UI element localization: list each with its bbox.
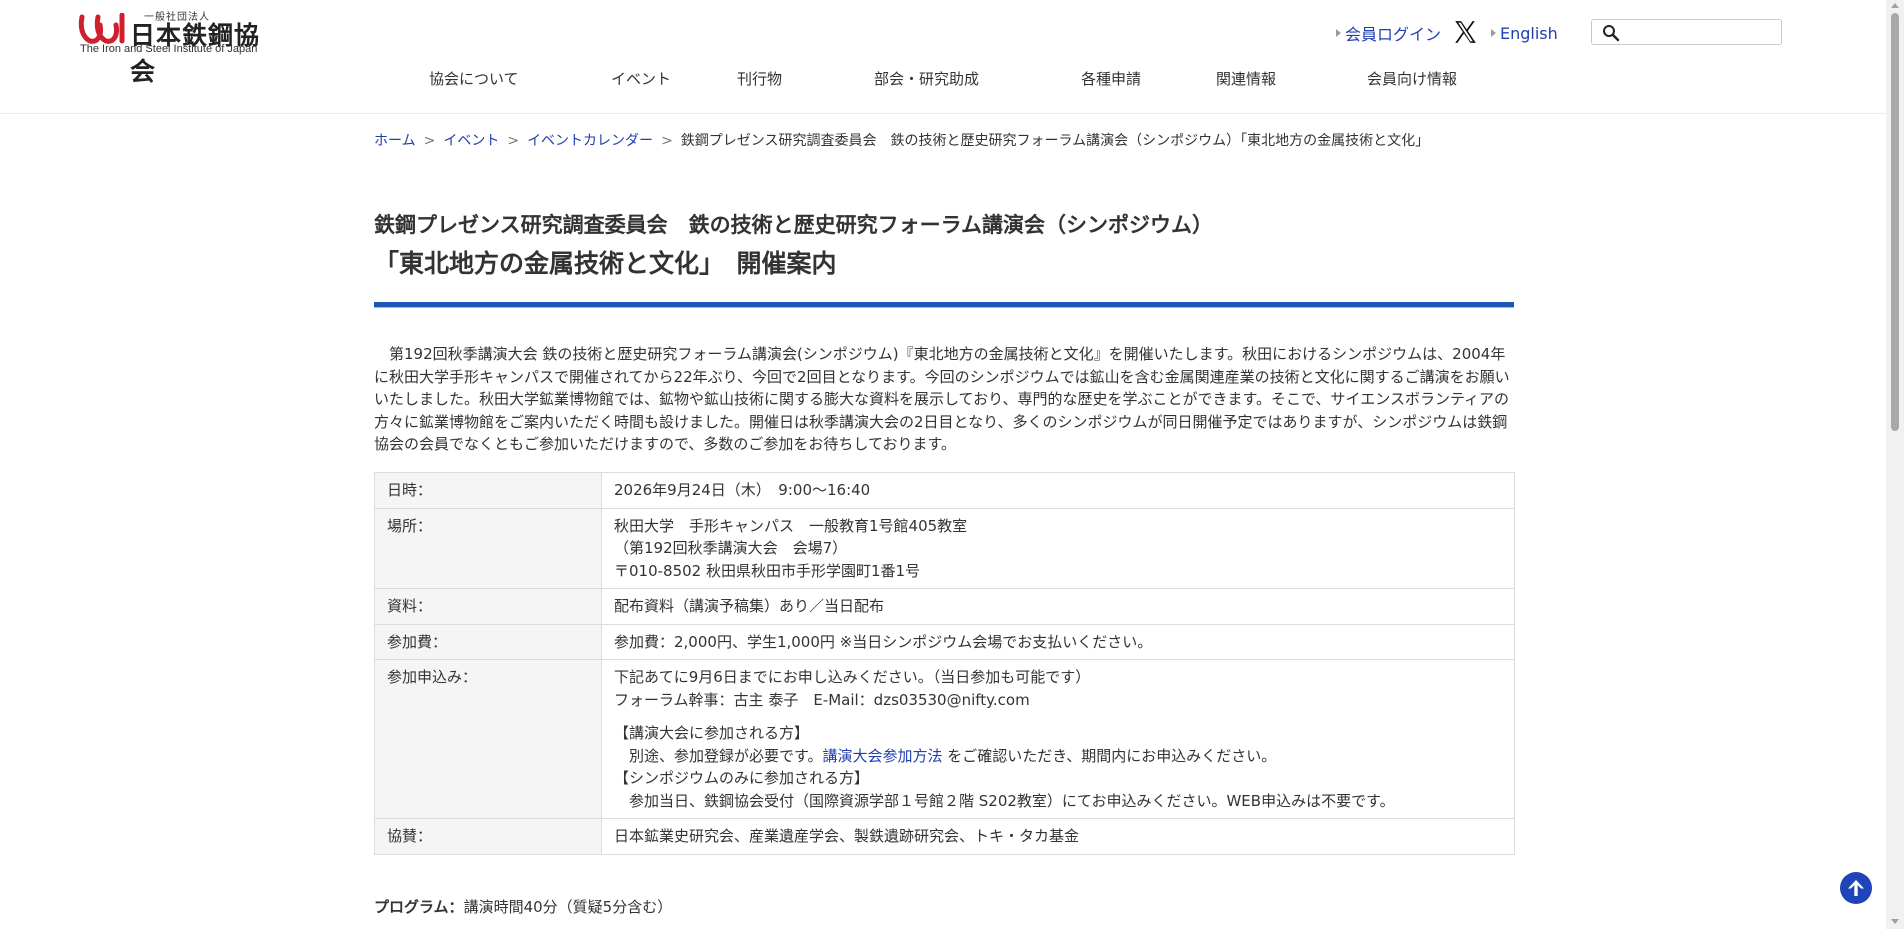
conference-note-pre: 別途、参加登録が必要です。 [614, 746, 823, 765]
jisi-logo-mark-icon [78, 13, 125, 44]
sponsor-label: 協賛： [374, 818, 602, 855]
x-logo-icon [1455, 21, 1476, 43]
page-title-line1: 鉄鋼プレゼンス研究調査委員会 鉄の技術と歴史研究フォーラム講演会（シンポジウム） [374, 213, 1213, 237]
table-row-sponsor: 協賛： 日本鉱業史研究会、産業遺産学会、製鉄遺跡研究会、トキ・タカ基金 [374, 818, 1515, 855]
site-logo[interactable]: 一般社団法人 日本鉄鋼協会 The Iron and Steel Institu… [78, 8, 278, 86]
conference-note: 別途、参加登録が必要です。講演大会参加方法 をご確認いただき、期間内にお申込みく… [614, 745, 1502, 768]
nav-members-info[interactable]: 会員向け情報 [1367, 68, 1457, 90]
nav-publications[interactable]: 刊行物 [737, 68, 782, 90]
place-value: 秋田大学 手形キャンパス 一般教育1号館405教室 （第192回秋季講演大会 会… [601, 507, 1515, 589]
nav-divisions[interactable]: 部会・研究助成 [874, 68, 979, 90]
nav-related-info[interactable]: 関連情報 [1216, 68, 1276, 90]
place-label: 場所： [374, 507, 602, 589]
apply-deadline: 下記あてに9月6日までにお申し込みください。（当日参加も可能です） [614, 668, 1091, 686]
material-value: 配布資料（講演予稿集）あり／当日配布 [601, 588, 1515, 625]
nav-members-info-label: 会員向け情報 [1367, 70, 1458, 88]
title-underline [374, 302, 1514, 308]
site-header: 一般社団法人 日本鉄鋼協会 The Iron and Steel Institu… [0, 0, 1886, 114]
scroll-down-icon[interactable] [1891, 919, 1899, 924]
apply-contact: フォーラム幹事：古主 泰子 E-Mail：dzs03530@nifty.com [614, 690, 1030, 709]
place-line: 秋田大学 手形キャンパス 一般教育1号館405教室 [614, 516, 968, 535]
program-note: 講演時間40分（質疑5分含む） [463, 898, 673, 916]
search-icon[interactable] [1602, 24, 1620, 42]
nav-divisions-label: 部会・研究助成 [874, 70, 980, 88]
nav-applications[interactable]: 各種申請 [1081, 68, 1141, 90]
program-heading: プログラム：講演時間40分（質疑5分含む） [374, 896, 672, 917]
date-value: 2026年9月24日（木） 9:00〜16:40 [601, 472, 1515, 509]
program-label: プログラム： [374, 898, 464, 916]
arrow-right-icon [1336, 29, 1341, 37]
table-row-material: 資料： 配布資料（講演予稿集）あり／当日配布 [374, 588, 1515, 625]
table-row-apply: 参加申込み： 下記あてに9月6日までにお申し込みください。（当日参加も可能です）… [374, 659, 1515, 819]
nav-about[interactable]: 協会について [429, 68, 519, 90]
english-site: English [1491, 20, 1558, 46]
apply-label: 参加申込み： [374, 659, 602, 819]
breadcrumb-current: 鉄鋼プレゼンス研究調査委員会 鉄の技術と歴史研究フォーラム講演会（シンポジウム）… [680, 133, 1430, 149]
page-title-line2: 「東北地方の金属技術と文化」 開催案内 [374, 249, 837, 278]
fee-value: 参加費：2,000円、学生1,000円 ※当日シンポジウム会場でお支払いください… [601, 623, 1515, 660]
breadcrumb-events[interactable]: イベント [443, 133, 499, 149]
conference-heading: 【講演大会に参加される方】 [614, 724, 810, 742]
nav-events[interactable]: イベント [611, 68, 671, 90]
nav-related-info-label: 関連情報 [1216, 70, 1277, 88]
nav-applications-label: 各種申請 [1081, 70, 1142, 88]
breadcrumb-separator: > [507, 133, 520, 149]
table-row-place: 場所： 秋田大学 手形キャンパス 一般教育1号館405教室 （第192回秋季講演… [374, 507, 1515, 589]
member-login: 会員ログイン [1336, 20, 1441, 46]
conference-registration-link[interactable]: 講演大会参加方法 [823, 747, 943, 765]
back-to-top-button[interactable] [1840, 872, 1872, 904]
breadcrumb-event-calendar[interactable]: イベントカレンダー [527, 133, 653, 149]
nav-about-label: 協会について [429, 70, 519, 88]
english-link[interactable]: English [1500, 24, 1558, 43]
date-label: 日時： [374, 472, 602, 509]
symposium-note: 参加当日、鉄鋼協会受付（国際資源学部１号館２階 S202教室）にてお申込みくださ… [614, 791, 1395, 810]
place-line: （第192回秋季講演大会 会場7） [614, 539, 848, 557]
event-info-table: 日時： 2026年9月24日（木） 9:00〜16:40 場所： 秋田大学 手形… [374, 472, 1515, 855]
member-login-link[interactable]: 会員ログイン [1345, 21, 1441, 45]
arrow-right-icon [1491, 29, 1496, 37]
place-line: 〒010-8502 秋田県秋田市手形学園町1番1号 [614, 561, 921, 580]
breadcrumb-separator: > [423, 133, 436, 149]
scrollbar-thumb[interactable] [1891, 13, 1899, 431]
fee-label: 参加費： [374, 623, 602, 660]
breadcrumb-separator: > [661, 133, 673, 149]
page-scrollbar[interactable] [1886, 0, 1904, 929]
apply-value: 下記あてに9月6日までにお申し込みください。（当日参加も可能です） フォーラム幹… [601, 659, 1515, 819]
nav-publications-label: 刊行物 [737, 70, 783, 88]
arrow-up-circle-icon [1848, 880, 1864, 896]
logo-english-name: The Iron and Steel Institute of Japan [80, 43, 258, 55]
intro-paragraph: 第192回秋季講演大会 鉄の技術と歴史研究フォーラム講演会(シンポジウム)『東北… [374, 345, 1510, 453]
nav-events-label: イベント [611, 70, 672, 88]
conference-note-post: をご確認いただき、期間内にお申込みください。 [942, 746, 1277, 765]
material-label: 資料： [374, 588, 602, 625]
site-search [1591, 19, 1782, 45]
sponsor-value: 日本鉱業史研究会、産業遺産学会、製鉄遺跡研究会、トキ・タカ基金 [601, 818, 1515, 855]
x-link[interactable] [1452, 19, 1478, 45]
table-row-fee: 参加費： 参加費：2,000円、学生1,000円 ※当日シンポジウム会場でお支払… [374, 623, 1515, 660]
table-row-date: 日時： 2026年9月24日（木） 9:00〜16:40 [374, 472, 1515, 509]
breadcrumb: ホーム > イベント > イベントカレンダー > 鉄鋼プレゼンス研究調査委員会 鉄の技術と歴… [374, 130, 1514, 150]
breadcrumb-home[interactable]: ホーム [374, 133, 416, 149]
search-input[interactable] [1622, 22, 1776, 42]
scroll-up-icon[interactable] [1891, 3, 1899, 8]
symposium-heading: 【シンポジウムのみに参加される方】 [614, 769, 870, 787]
